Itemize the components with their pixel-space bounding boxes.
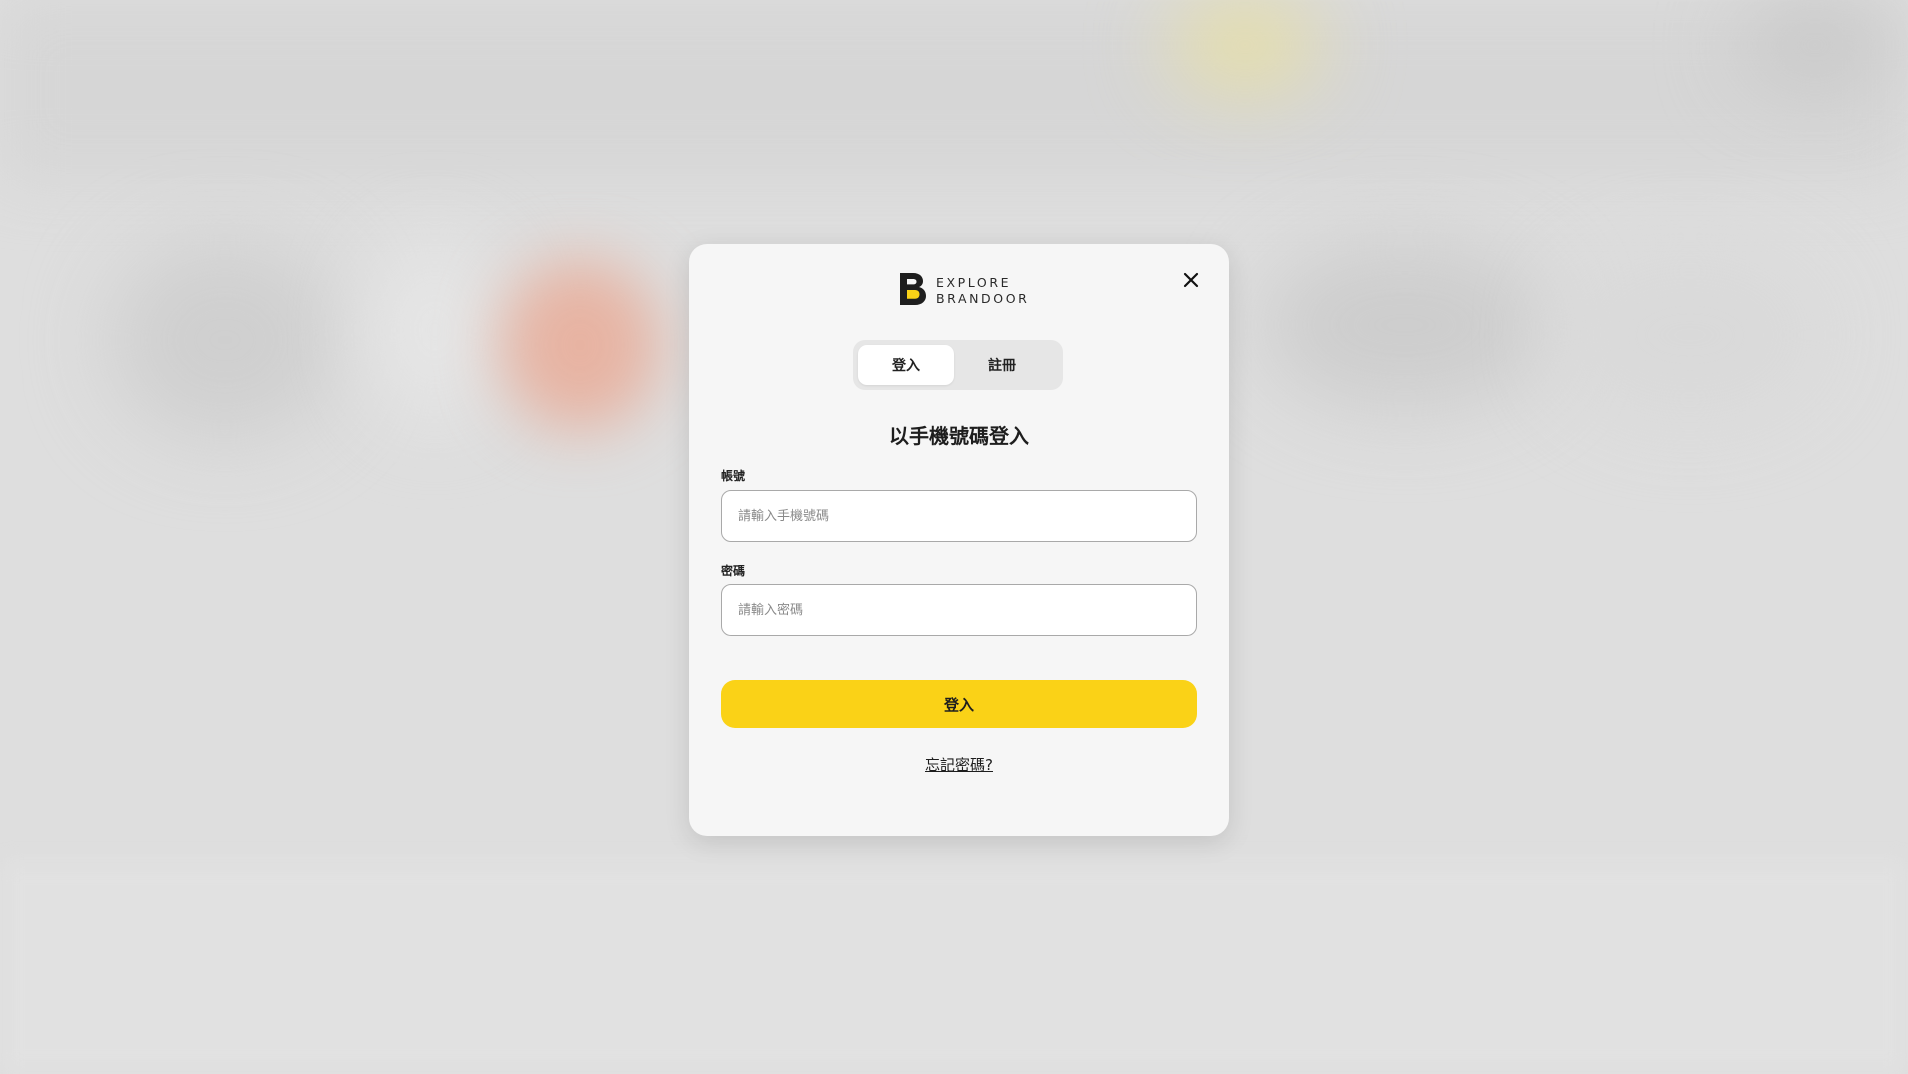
blurred-banner [1170,0,1320,90]
tab-login[interactable]: 登入 [858,345,954,385]
blurred-corner [1740,0,1890,90]
login-heading: 以手機號碼登入 [889,424,1029,448]
login-button[interactable]: 登入 [721,680,1197,728]
blurred-card [1260,240,1550,410]
close-button[interactable] [1177,268,1205,296]
forgot-password-container: 忘記密碼? [689,754,1229,775]
password-label: 密碼 [721,564,746,578]
auth-tab-switcher: 登入 註冊 [853,340,1063,390]
brand-wordmark-line1: EXPLORE [936,275,1012,290]
tab-register[interactable]: 註冊 [954,345,1050,385]
password-input[interactable] [721,584,1197,636]
blurred-card [1560,250,1820,420]
brand-wordmark-line2: BRANDOOR [936,291,1030,306]
forgot-password-link[interactable]: 忘記密碼? [925,756,993,774]
brand-logo: EXPLORE BRANDOOR [898,271,1029,311]
login-modal: EXPLORE BRANDOOR 登入 註冊 以手機號碼登入 帳號 密碼 登入 … [689,244,1229,836]
brand-wordmark: EXPLORE BRANDOOR [936,275,1029,307]
blurred-card [370,240,500,420]
blurred-card [500,260,660,430]
phone-number-input[interactable] [721,490,1197,542]
brandoor-b-logo-icon [898,271,928,311]
blurred-card [110,240,340,440]
blurred-footer [0,860,1908,1074]
blurred-header [0,0,1908,180]
account-label: 帳號 [721,469,746,483]
close-icon [1183,272,1199,292]
